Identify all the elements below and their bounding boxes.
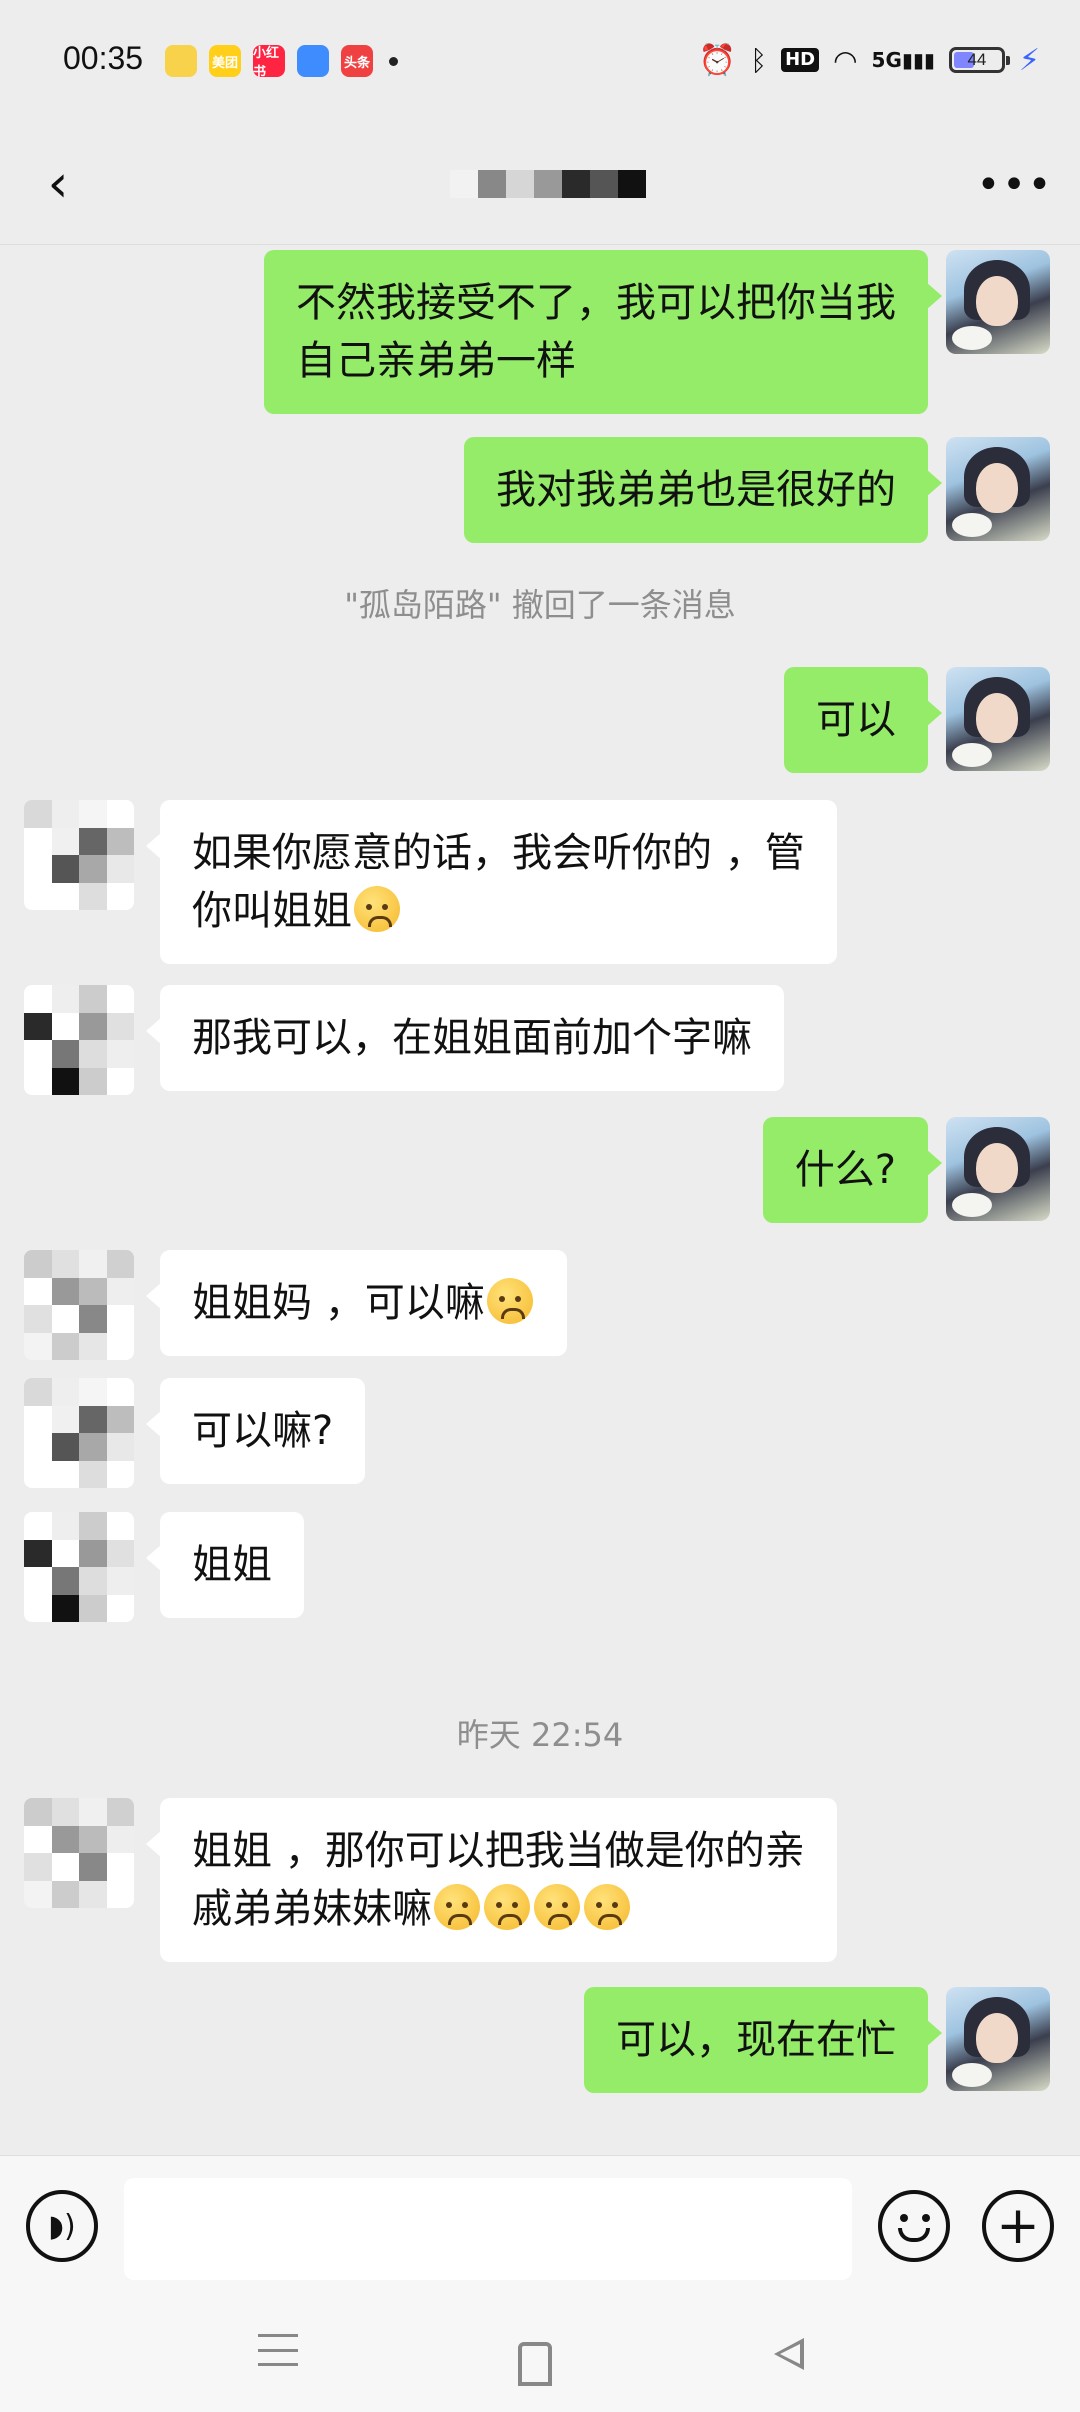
sad-face-emoji-icon [484, 1884, 530, 1930]
received-bubble[interactable]: 如果你愿意的话，我会听你的 ，管 你叫姐姐 [146, 800, 837, 964]
message-text: 姐姐妈 ，可以嘛 [192, 1280, 485, 1326]
alarm-icon: ⏰ [698, 42, 737, 78]
my-avatar[interactable] [946, 1987, 1050, 2091]
my-avatar[interactable] [946, 667, 1050, 771]
more-button[interactable]: ••• [977, 160, 1052, 210]
message-text: 那我可以，在姐姐面前加个字嘛 [192, 1015, 752, 1061]
home-icon[interactable] [518, 2342, 552, 2386]
title-mosaic-cell [478, 170, 506, 198]
bunny-app-icon [165, 45, 197, 77]
chat-title-mosaic [450, 170, 646, 198]
status-time: 00:35 [63, 40, 144, 76]
my-avatar[interactable] [946, 250, 1050, 354]
title-mosaic-cell [450, 170, 478, 198]
system-nav-bar [0, 2300, 1080, 2412]
battery-level: 44 [967, 50, 987, 69]
plus-button[interactable]: + [982, 2190, 1054, 2262]
message-text: 可以，现在在忙 [616, 2017, 896, 2063]
message-list[interactable]: 不然我接受不了，我可以把你当我 自己亲弟弟一样我对我弟弟也是很好的 "孤岛陌路" 撤… [0, 245, 1080, 2155]
hd-badge: HD [781, 48, 820, 72]
sent-bubble[interactable]: 可以 [784, 667, 942, 773]
sad-face-emoji-icon [584, 1884, 630, 1930]
charging-icon: ⚡ [1018, 42, 1040, 78]
title-mosaic-cell [506, 170, 534, 198]
status-app-icons: 美团 小红书 头条 [165, 44, 398, 78]
message-text: 戚弟弟妹妹嘛 [192, 1886, 432, 1932]
my-avatar[interactable] [946, 437, 1050, 541]
sad-face-emoji-icon [354, 886, 400, 932]
blue-app-icon [297, 45, 329, 77]
recall-notice: "孤岛陌路" 撤回了一条消息 [344, 586, 736, 624]
title-mosaic-cell [562, 170, 590, 198]
meituan-app-icon: 美团 [209, 45, 241, 77]
message-text: 我对我弟弟也是很好的 [496, 467, 896, 513]
more-dots-icon: ••• [976, 162, 1054, 208]
message-text: 自己亲弟弟一样 [296, 338, 576, 384]
chevron-left-icon: ‹ [47, 154, 69, 214]
chat-header: ‹ ••• [0, 124, 1080, 245]
battery-icon: 44 [948, 47, 1010, 73]
message-text: 你叫姐姐 [192, 888, 352, 934]
message-text: 如果你愿意的话，我会听你的 ，管 [192, 830, 805, 876]
received-bubble[interactable]: 姐姐 ，那你可以把我当做是你的亲 戚弟弟妹妹嘛 [146, 1798, 837, 1962]
voice-icon: ◗) [48, 2208, 76, 2244]
received-bubble[interactable]: 姐姐 [146, 1512, 304, 1618]
message-text: 不然我接受不了，我可以把你当我 [296, 280, 896, 326]
received-bubble[interactable]: 姐姐妈 ，可以嘛 [146, 1250, 567, 1356]
status-right-icons: ⏰ ᛒ HD ◠ 5G▮▮▮ 44 ⚡ [699, 40, 1040, 80]
timestamp: 昨天 22:54 [456, 1716, 624, 1754]
status-bar: 00:35 美团 小红书 头条 ⏰ ᛒ HD ◠ 5G▮▮▮ 44 ⚡ [0, 0, 1080, 124]
toutiao-app-icon: 头条 [341, 45, 373, 77]
sent-bubble[interactable]: 不然我接受不了，我可以把你当我 自己亲弟弟一样 [264, 250, 942, 414]
contact-avatar[interactable] [24, 1250, 134, 1360]
network-label: 5G [871, 48, 902, 72]
message-text: 可以 [816, 697, 896, 743]
contact-avatar[interactable] [24, 1512, 134, 1622]
back-triangle-icon[interactable] [774, 2338, 804, 2370]
received-bubble[interactable]: 可以嘛? [145, 1378, 366, 1484]
contact-avatar[interactable] [24, 985, 134, 1095]
contact-avatar[interactable] [24, 1378, 134, 1488]
sad-face-emoji-icon [534, 1884, 580, 1930]
message-text: 姐姐 [192, 1542, 272, 1588]
xiaohongshu-app-icon: 小红书 [253, 45, 285, 77]
wifi-icon: ◠ [833, 43, 858, 77]
contact-avatar[interactable] [24, 1798, 134, 1908]
title-mosaic-cell [590, 170, 618, 198]
message-text: 什么? [794, 1147, 896, 1193]
sad-face-emoji-icon [434, 1884, 480, 1930]
back-button[interactable]: ‹ [28, 154, 88, 214]
contact-avatar[interactable] [24, 800, 134, 910]
sent-bubble[interactable]: 什么? [762, 1117, 943, 1223]
sad-face-emoji-icon [486, 1278, 533, 1324]
input-bar: ◗) + [0, 2155, 1080, 2301]
signal-icon: 5G▮▮▮ [871, 48, 935, 72]
sent-bubble[interactable]: 可以，现在在忙 [584, 1987, 942, 2093]
received-bubble[interactable]: 那我可以，在姐姐面前加个字嘛 [146, 985, 784, 1091]
notification-dot-icon [389, 56, 398, 66]
bluetooth-icon: ᛒ [750, 43, 768, 77]
menu-icon[interactable] [258, 2330, 298, 2370]
message-text: 姐姐 ，那你可以把我当做是你的亲 [192, 1828, 805, 1874]
voice-button[interactable]: ◗) [26, 2190, 98, 2262]
my-avatar[interactable] [946, 1117, 1050, 1221]
message-text: 可以嘛? [192, 1408, 334, 1454]
plus-icon: + [996, 2196, 1040, 2256]
emoji-button[interactable] [878, 2190, 950, 2262]
title-mosaic-cell [534, 170, 562, 198]
sent-bubble[interactable]: 我对我弟弟也是很好的 [464, 437, 942, 543]
title-mosaic-cell [618, 170, 646, 198]
message-input[interactable] [124, 2178, 852, 2280]
